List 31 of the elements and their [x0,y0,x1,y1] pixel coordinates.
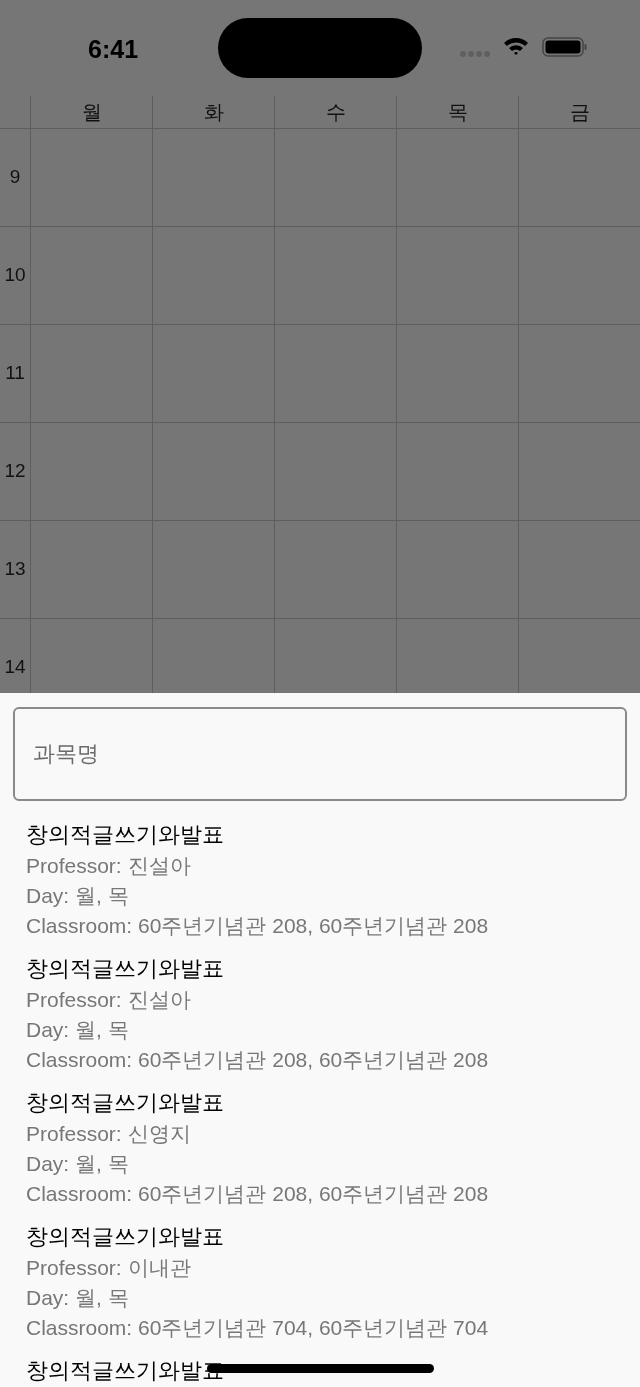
hour-label: 14 [4,655,26,680]
day-header: 화 [203,100,224,125]
hour-label: 9 [9,165,21,190]
course-classroom: Classroom: 60주년기념관 208, 60주년기념관 208 [26,1047,489,1073]
search-field[interactable]: 과목명 [13,707,627,801]
course-professor: Professor: 진설아 [26,987,191,1013]
status-time: 6:41 [88,34,139,65]
hour-label: 10 [4,263,26,288]
wifi-icon [503,36,529,56]
hour-label: 11 [5,361,25,386]
course-classroom: Classroom: 60주년기념관 208, 60주년기념관 208 [26,1181,489,1207]
day-header: 금 [569,100,590,125]
day-header: 수 [325,100,346,125]
day-header: 월 [81,100,102,125]
course-title: 창의적글쓰기와발표 [26,955,224,983]
day-header: 목 [447,100,468,125]
course-professor: Professor: 진설아 [26,853,191,879]
course-classroom: Classroom: 60주년기념관 704, 60주년기념관 704 [26,1315,489,1341]
course-day: Day: 월, 목 [26,1283,129,1313]
course-professor: Professor: 이내관 [26,1255,191,1281]
course-day: Day: 월, 목 [26,881,129,911]
course-professor: Professor: 신영지 [26,1121,191,1147]
course-classroom: Classroom: 60주년기념관 208, 60주년기념관 208 [26,913,489,939]
course-title: 창의적글쓰기와발표 [26,1223,224,1251]
hour-label: 13 [4,557,26,582]
battery-icon [542,37,588,57]
course-title: 창의적글쓰기와발표 [26,821,224,849]
course-title: 창의적글쓰기와발표 [26,1089,224,1117]
course-day: Day: 월, 목 [26,1149,129,1179]
hour-label: 12 [4,459,26,484]
course-day: Day: 월, 목 [26,1015,129,1045]
